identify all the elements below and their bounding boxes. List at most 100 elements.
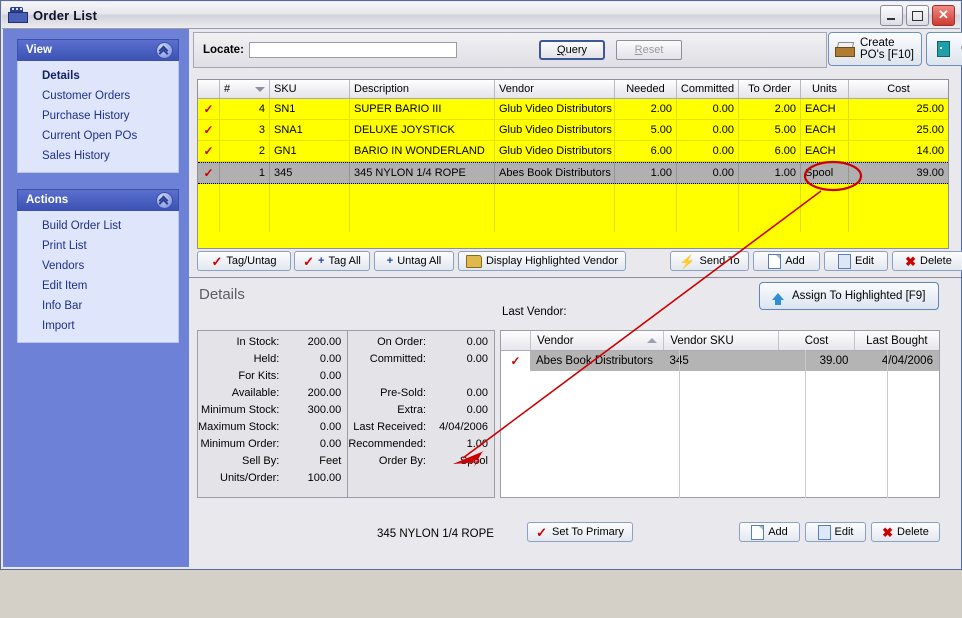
vendor-table-row[interactable]: ✓ Abes Book Distributors 345 39.00 4/04/… — [501, 351, 939, 371]
vendor-col-last-bought[interactable]: Last Bought — [855, 331, 939, 350]
grid-col-committed[interactable]: Committed — [677, 80, 739, 98]
sidebar-item-import[interactable]: Import — [18, 316, 178, 336]
sidebar-item-details[interactable]: Details — [18, 66, 178, 86]
tag-untag-button[interactable]: ✓ Tag/Untag — [197, 251, 291, 271]
sidebar-group-actions-body: Build Order List Print List Vendors Edit… — [17, 211, 179, 343]
cell-num: 2 — [220, 141, 270, 161]
sidebar: View Details Customer Orders Purchase Hi… — [3, 29, 190, 567]
selected-item-name: 345 NYLON 1/4 ROPE — [377, 528, 494, 540]
sort-asc-icon — [647, 338, 658, 343]
table-row-selected[interactable]: ✓ 1 345 345 NYLON 1/4 ROPE Abes Book Dis… — [198, 162, 948, 184]
red-x-icon: ✖ — [905, 253, 917, 269]
sidebar-item-current-open-pos[interactable]: Current Open POs — [18, 126, 178, 146]
sidebar-item-customer-orders[interactable]: Customer Orders — [18, 86, 178, 106]
grid-col-cost[interactable]: Cost — [849, 80, 948, 98]
sidebar-group-actions-header[interactable]: Actions — [17, 189, 179, 211]
row-tag-icon[interactable]: ✓ — [203, 124, 213, 136]
vendor-tag-icon[interactable]: ✓ — [510, 355, 520, 367]
grid-col-num[interactable]: # — [220, 80, 270, 98]
close-button[interactable]: ✕ — [932, 5, 955, 26]
row-tag-icon[interactable]: ✓ — [203, 103, 213, 115]
order-list-window: Order List ✕ View Details Customer Order… — [0, 0, 962, 570]
delete-button[interactable]: ✖ Delete — [892, 251, 962, 271]
reset-button[interactable]: Reset — [616, 40, 682, 60]
grid-col-to-order[interactable]: To Order — [739, 80, 801, 98]
assign-label: Assign To Highlighted [F9] — [792, 290, 926, 302]
order-grid[interactable]: # SKU Description Vendor Needed Committe… — [197, 79, 949, 249]
sidebar-item-vendors[interactable]: Vendors — [18, 256, 178, 276]
grid-col-sku[interactable]: SKU — [270, 80, 350, 98]
grid-col-vendor[interactable]: Vendor — [495, 80, 615, 98]
red-x-icon: ✖ — [882, 524, 894, 540]
locate-input[interactable] — [248, 42, 457, 58]
tag-all-button[interactable]: ✓ + Tag All — [294, 251, 370, 271]
field-committed: Committed: 0.00 — [369, 352, 488, 365]
maximize-button[interactable] — [906, 5, 929, 26]
vendor-cell-cost: 39.00 — [819, 355, 849, 367]
table-row[interactable]: ✓ 3 SNA1 DELUXE JOYSTICK Glub Video Dist… — [198, 120, 948, 141]
query-button[interactable]: Query — [539, 40, 605, 60]
untag-all-label: Untag All — [397, 255, 442, 267]
cell-to-order: 2.00 — [739, 99, 801, 119]
vendor-add-button[interactable]: Add — [739, 522, 800, 542]
chevron-up-icon[interactable] — [156, 42, 173, 59]
table-row[interactable]: ✓ 4 SN1 SUPER BARIO III Glub Video Distr… — [198, 99, 948, 120]
minimize-button[interactable] — [880, 5, 903, 26]
vendor-col-sku[interactable]: Vendor SKU — [664, 331, 780, 350]
vendor-col-cost[interactable]: Cost — [779, 331, 855, 350]
close-window-button[interactable]: Close — [926, 32, 962, 66]
set-to-primary-button[interactable]: ✓ Set To Primary — [527, 522, 633, 542]
field-units-order: Units/Order: 100.00 — [220, 471, 342, 484]
sidebar-group-view-body: Details Customer Orders Purchase History… — [17, 61, 179, 173]
field-held: Held: 0.00 — [253, 352, 342, 365]
vendor-table[interactable]: Vendor Vendor SKU Cost Last Bought ✓ Abe… — [500, 330, 940, 498]
check-plus-icon: ✓ — [303, 253, 315, 269]
cell-description: 345 NYLON 1/4 ROPE — [350, 163, 495, 183]
set-to-primary-label: Set To Primary — [551, 526, 624, 538]
sidebar-item-build-order-list[interactable]: Build Order List — [18, 216, 178, 236]
create-pos-button[interactable]: Create PO's [F10] — [828, 32, 922, 66]
send-to-button[interactable]: ⚡ Send To — [670, 251, 749, 271]
vendor-add-label: Add — [768, 526, 788, 538]
cell-num: 3 — [220, 120, 270, 140]
display-highlighted-vendor-button[interactable]: Display Highlighted Vendor — [458, 251, 626, 271]
field-spacer — [348, 469, 494, 486]
vendor-delete-label: Delete — [897, 526, 929, 538]
grid-col-description[interactable]: Description — [350, 80, 495, 98]
field-for-kits: For Kits: 0.00 — [238, 369, 342, 382]
sidebar-group-view-header[interactable]: View — [17, 39, 179, 61]
cell-needed: 2.00 — [615, 99, 677, 119]
field-pre-sold: Pre-Sold: 0.00 — [380, 386, 488, 399]
check-icon: ✓ — [211, 253, 223, 269]
vendor-delete-button[interactable]: ✖ Delete — [871, 522, 940, 542]
vendor-edit-button[interactable]: Edit — [805, 522, 866, 542]
table-row[interactable]: ✓ 2 GN1 BARIO IN WONDERLAND Glub Video D… — [198, 141, 948, 162]
row-tag-icon[interactable]: ✓ — [203, 145, 213, 157]
chevron-up-icon[interactable] — [156, 192, 173, 209]
sidebar-item-sales-history[interactable]: Sales History — [18, 146, 178, 166]
create-pos-label: Create PO's [F10] — [860, 37, 914, 61]
sidebar-item-purchase-history[interactable]: Purchase History — [18, 106, 178, 126]
folder-open-icon — [465, 254, 482, 268]
grid-col-needed[interactable]: Needed — [615, 80, 677, 98]
sidebar-item-info-bar[interactable]: Info Bar — [18, 296, 178, 316]
add-button[interactable]: Add — [753, 251, 820, 271]
cell-units: EACH — [801, 141, 849, 161]
row-tag-icon[interactable]: ✓ — [203, 167, 213, 179]
vendor-col-vendor[interactable]: Vendor — [531, 331, 665, 350]
grid-col-tag[interactable] — [198, 80, 220, 98]
sidebar-item-print-list[interactable]: Print List — [18, 236, 178, 256]
send-to-label: Send To — [699, 255, 740, 267]
vendor-cell-last-bought: 4/04/2006 — [881, 355, 933, 367]
window-titlebar: Order List ✕ — [2, 2, 960, 29]
order-grid-header: # SKU Description Vendor Needed Committe… — [198, 80, 948, 99]
window-title: Order List — [33, 7, 98, 23]
grid-col-units[interactable]: Units — [801, 80, 849, 98]
sidebar-item-edit-item[interactable]: Edit Item — [18, 276, 178, 296]
vendor-col-tag[interactable] — [501, 331, 532, 350]
untag-all-button[interactable]: + Untag All — [374, 251, 454, 271]
edit-button[interactable]: Edit — [824, 251, 888, 271]
last-vendor-label: Last Vendor: — [502, 306, 567, 318]
cell-needed: 1.00 — [615, 163, 677, 183]
assign-to-highlighted-button[interactable]: Assign To Highlighted [F9] — [759, 282, 939, 310]
